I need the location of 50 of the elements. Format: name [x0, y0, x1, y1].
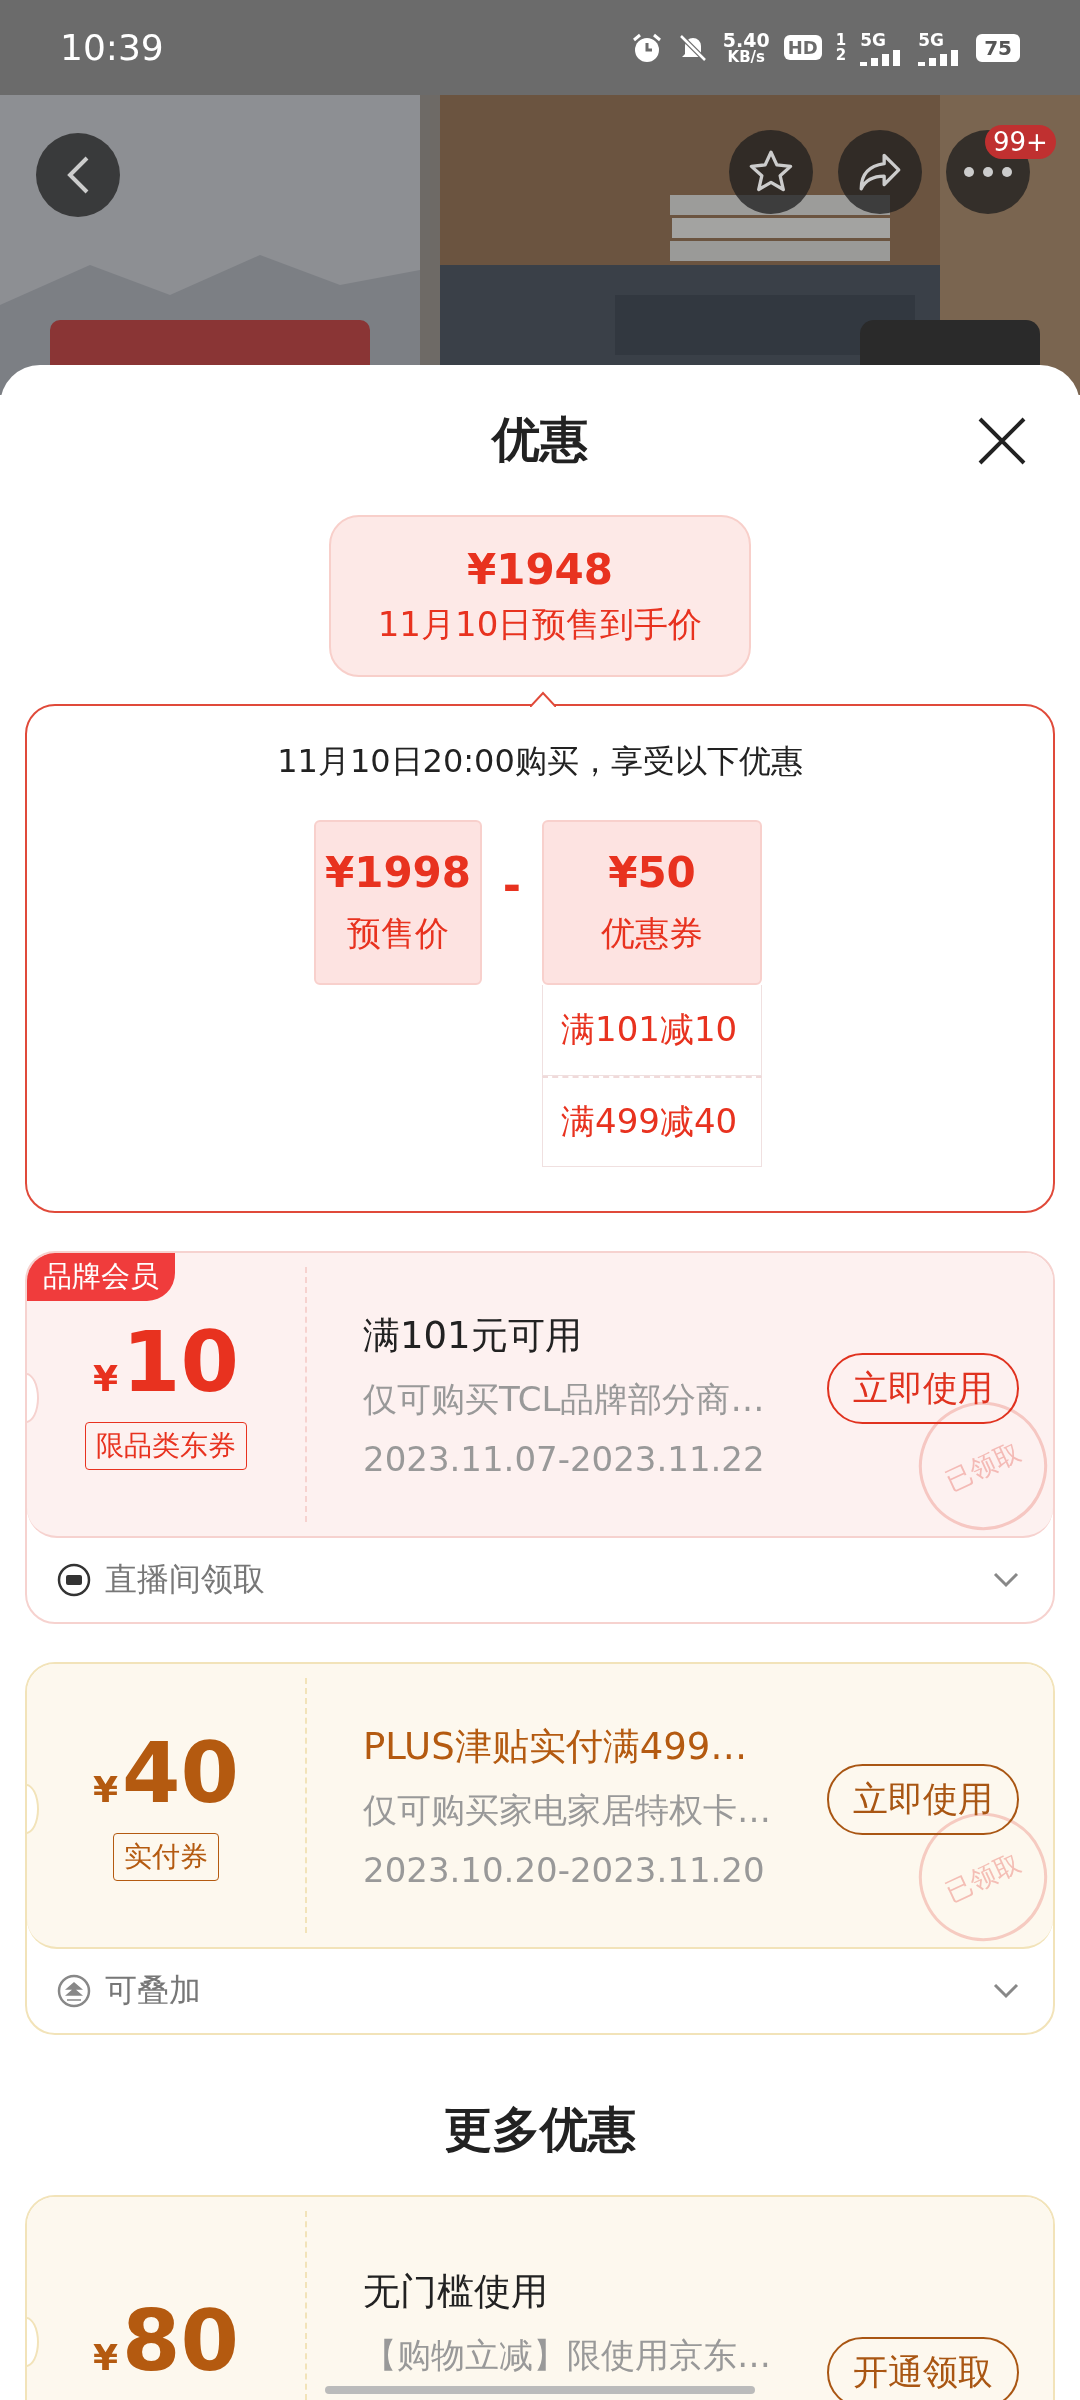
sheet-title: 优惠: [492, 410, 588, 469]
section-title: 更多优惠: [444, 2100, 636, 2159]
layers-icon: [57, 1974, 91, 2008]
use-button[interactable]: 立即使用: [827, 1353, 1019, 1424]
sim-label: 2: [835, 47, 847, 63]
currency-symbol: ¥: [93, 2337, 119, 2378]
net-speed-unit: KB/s: [727, 49, 765, 65]
network-label: 5G: [918, 29, 944, 50]
more-icon: [963, 166, 1013, 178]
coupon-label: 优惠券: [601, 912, 703, 955]
coupon-amount: 80: [122, 2299, 239, 2383]
chevron-down-icon[interactable]: [993, 1983, 1019, 1999]
minus-sign: -: [501, 860, 523, 911]
final-price-label: 11月10日预售到手价: [377, 602, 703, 646]
back-icon: [65, 155, 91, 195]
presale-price: ¥1998: [324, 848, 472, 897]
final-price: ¥1948: [466, 544, 614, 594]
battery-level: 75: [976, 33, 1020, 62]
discount-rule: 满101减10: [542, 985, 762, 1076]
coupon-description: 【购物立减】限使用京东…: [363, 2334, 771, 2377]
breakdown-note: 11月10日20:00购买，享受以下优惠: [277, 741, 803, 782]
alarm-icon: [630, 31, 663, 64]
notification-badge: 99+: [985, 125, 1056, 159]
coupon-source: 可叠加: [105, 1970, 202, 2011]
sim-label: 1: [835, 32, 847, 48]
coupon-description: 仅可购买TCL品牌部分商…: [363, 1377, 765, 1421]
currency-symbol: ¥: [93, 1768, 119, 1810]
coupon-amount: 10: [122, 1319, 239, 1404]
currency-symbol: ¥: [93, 1357, 119, 1399]
coupon-amount: 40: [122, 1730, 239, 1815]
coupon-dates: 2023.11.07-2023.11.22: [363, 1438, 765, 1479]
member-tag: 品牌会员: [27, 1253, 175, 1301]
status-time: 10:39: [60, 27, 164, 68]
coupon-description: 仅可购买家电家居特权卡…: [363, 1788, 771, 1832]
chevron-down-icon[interactable]: [993, 1572, 1019, 1588]
network-label: 5G: [860, 29, 886, 50]
hd-icon: HD: [783, 35, 822, 60]
use-button[interactable]: 开通领取: [827, 2337, 1019, 2400]
coupon-source: 直播间领取: [105, 1559, 266, 1600]
coupon-type: 限品类东券: [85, 1421, 247, 1470]
coupon-type: 实付券: [113, 1832, 219, 1881]
coupon-title: 无门槛使用: [363, 2269, 548, 2315]
presale-label: 预售价: [347, 912, 449, 955]
coupon-title: 满101元可用: [363, 1312, 582, 1359]
use-button[interactable]: 立即使用: [827, 1764, 1019, 1835]
net-speed: 5.40: [722, 30, 770, 50]
coupon-title: PLUS津贴实付满499…: [363, 1723, 748, 1770]
coupon-discount: ¥50: [608, 848, 696, 897]
coupon-dates: 2023.10.20-2023.11.20: [363, 1849, 765, 1890]
ticket-icon: [57, 1563, 91, 1597]
